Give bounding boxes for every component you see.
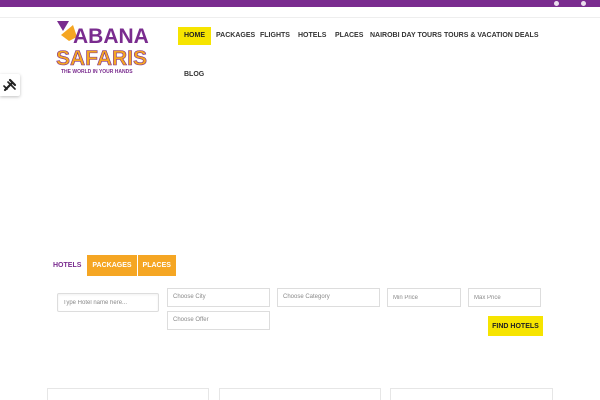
hotel-name-input[interactable] <box>57 293 159 312</box>
tab-packages[interactable]: PACKAGES <box>87 255 137 276</box>
search-tabs: HOTELS PACKAGES PLACES <box>48 255 176 276</box>
top-bar <box>0 0 600 7</box>
nav-blog[interactable]: BLOG <box>184 66 204 84</box>
min-price-input[interactable] <box>387 288 461 307</box>
nav-tours-vacation-deals[interactable]: TOURS & VACATION DEALS <box>444 27 539 45</box>
nav-flights[interactable]: FLIGHTS <box>260 27 290 45</box>
nav-nairobi-day-tours[interactable]: NAIROBI DAY TOURS <box>370 27 442 45</box>
nav-places[interactable]: PLACES <box>335 27 363 45</box>
header-divider <box>0 17 600 18</box>
site-logo[interactable]: ABANA SAFARIS THE WORLD IN YOUR HANDS <box>55 19 159 75</box>
category-select[interactable]: Choose Category <box>277 288 380 307</box>
tab-places[interactable]: PLACES <box>137 255 176 276</box>
content-card[interactable] <box>390 388 553 400</box>
logo-word-safaris: SAFARIS <box>56 47 147 70</box>
tools-icon <box>3 78 17 92</box>
nav-hotels[interactable]: HOTELS <box>298 27 326 45</box>
find-hotels-button[interactable]: FIND HOTELS <box>488 316 543 336</box>
max-price-input[interactable] <box>468 288 541 307</box>
logo-tagline: THE WORLD IN YOUR HANDS <box>61 69 133 75</box>
nav-packages[interactable]: PACKAGES <box>216 27 255 45</box>
lock-icon[interactable] <box>581 1 586 6</box>
city-select[interactable]: Choose City <box>167 288 270 307</box>
logo-word-abana: ABANA <box>73 25 149 48</box>
tab-hotels[interactable]: HOTELS <box>48 255 87 276</box>
top-bar-icons <box>554 0 586 7</box>
offer-select[interactable]: Choose Offer <box>167 311 270 330</box>
content-card[interactable] <box>219 388 381 400</box>
settings-panel-toggle[interactable] <box>0 74 20 96</box>
nav-home[interactable]: HOME <box>178 27 211 45</box>
content-card[interactable] <box>47 388 209 400</box>
user-icon[interactable] <box>554 1 559 6</box>
